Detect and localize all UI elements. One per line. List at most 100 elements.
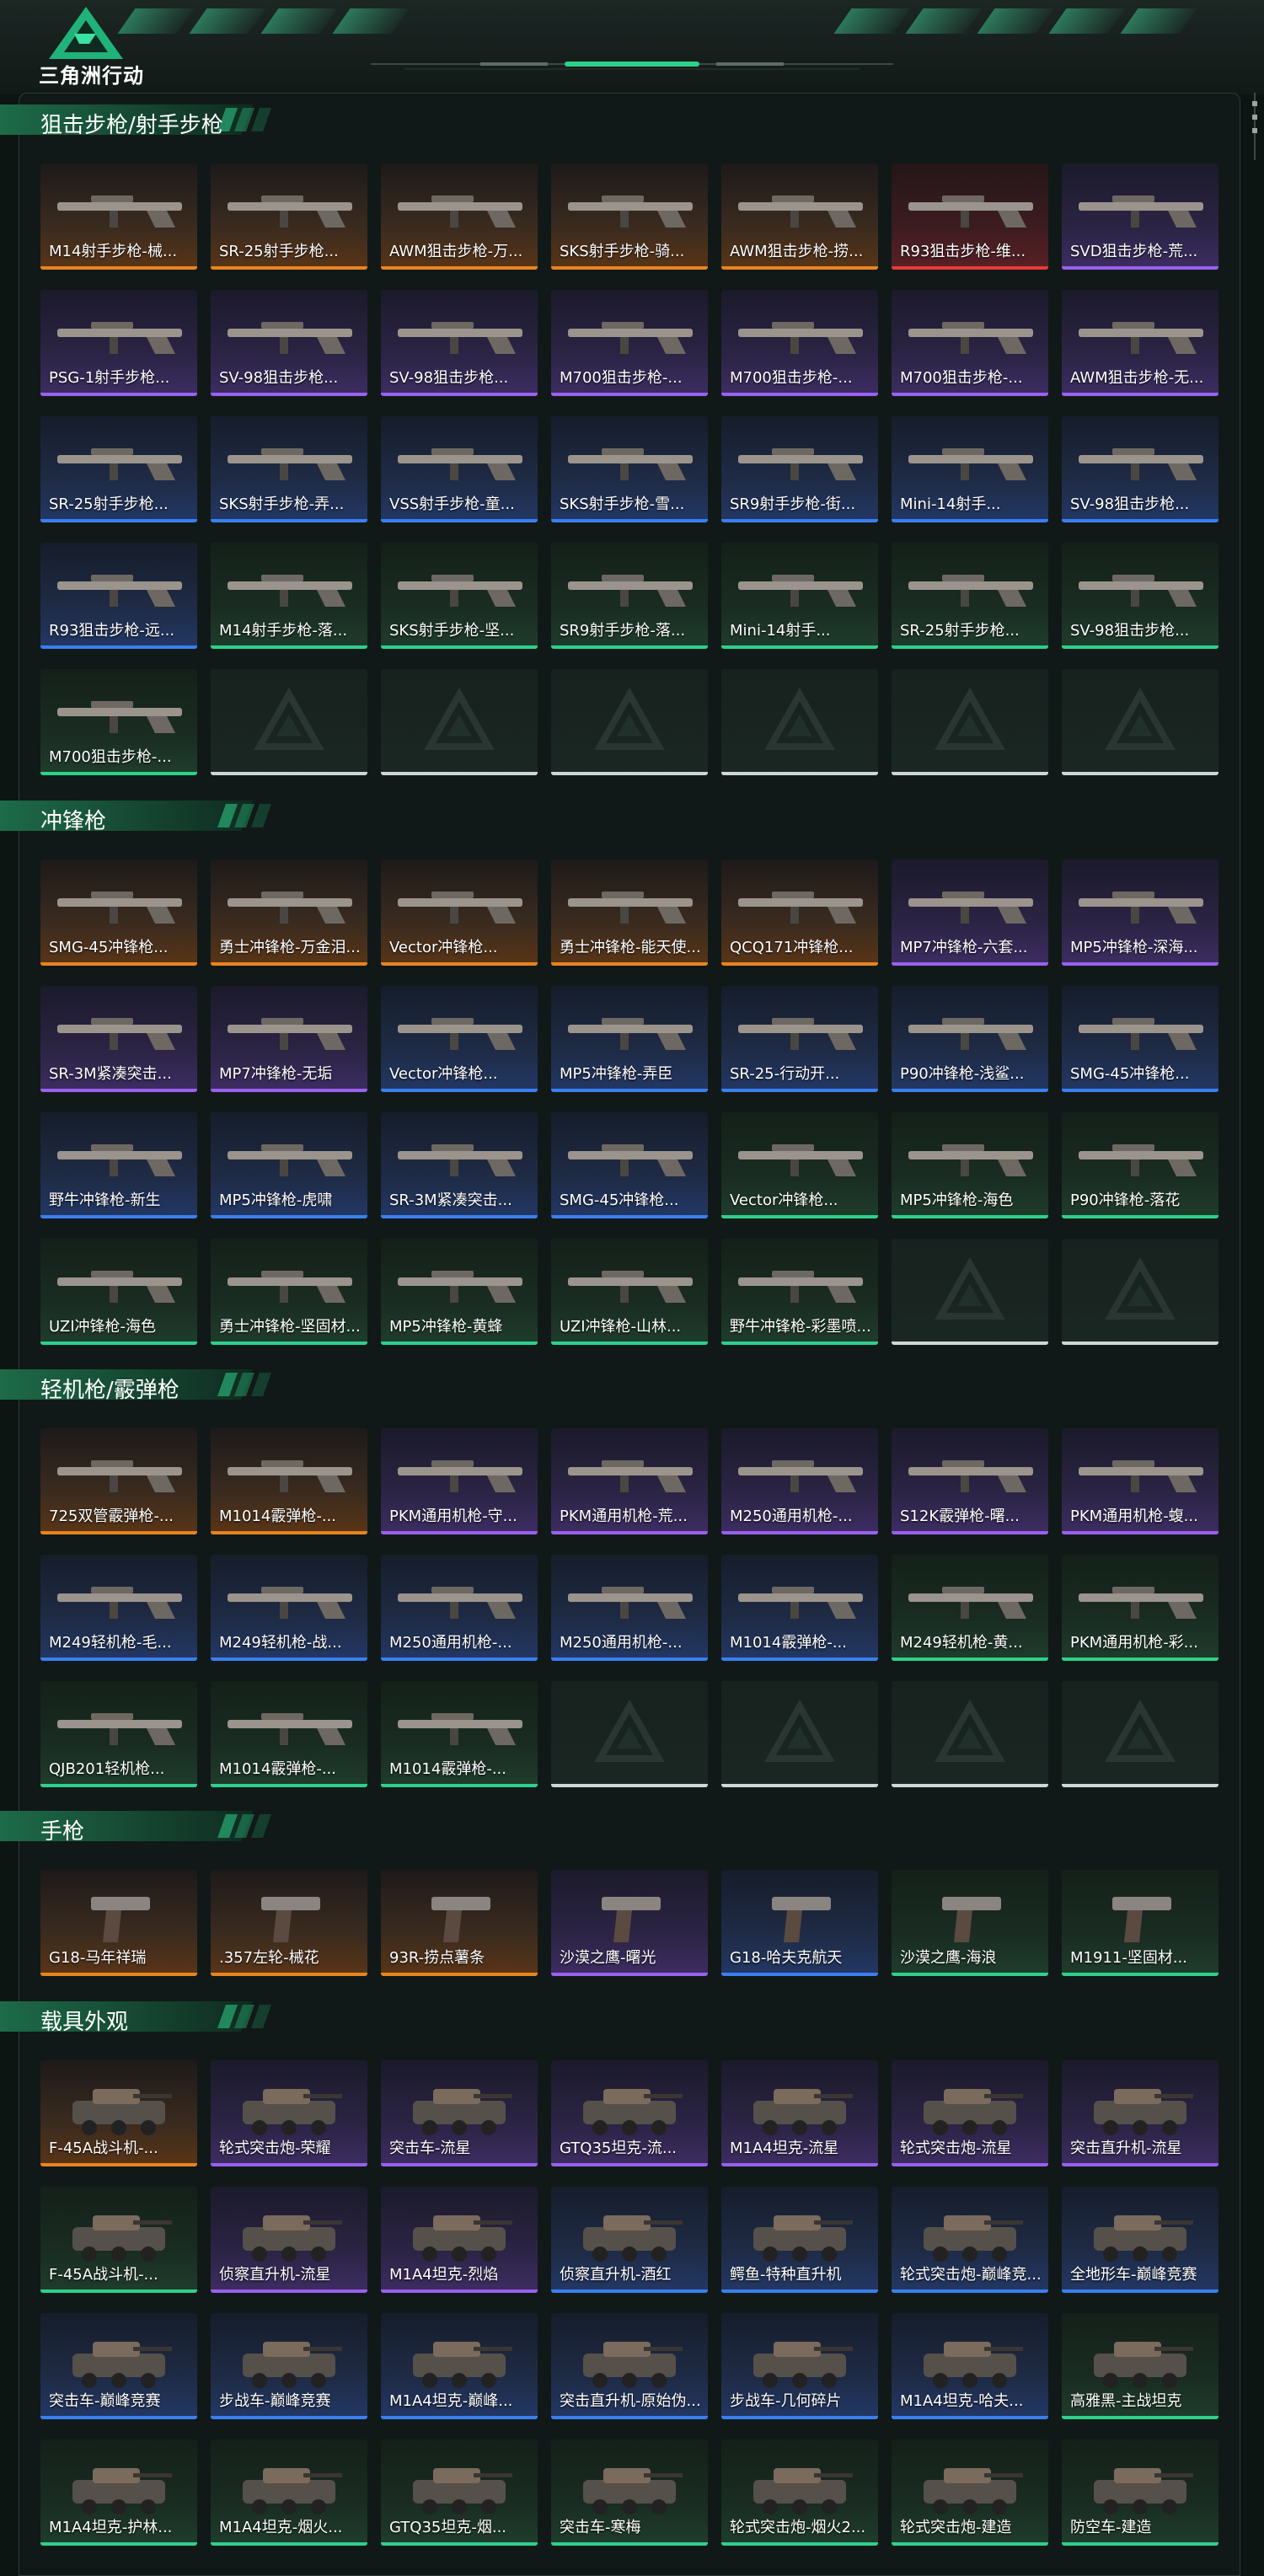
skin-card[interactable]: M1911-坚固材...	[1062, 1870, 1218, 1976]
skin-card[interactable]: SV-98狙击步枪...	[211, 290, 367, 396]
skin-card[interactable]: M250通用机枪-...	[721, 1428, 878, 1534]
skin-card[interactable]: 全地形车-巅峰竞赛	[1062, 2187, 1218, 2293]
skin-card[interactable]: 突击车-寒梅	[551, 2439, 708, 2546]
skin-card[interactable]: M1A4坦克-哈夫...	[892, 2313, 1048, 2419]
skin-card[interactable]: QJB201轻机枪...	[40, 1681, 197, 1787]
skin-card[interactable]: 勇士冲锋枪-万金泪...	[211, 860, 367, 966]
skin-card[interactable]: Mini-14射手...	[892, 416, 1048, 522]
skin-card[interactable]: 突击车-流星	[381, 2060, 538, 2166]
skin-card[interactable]: VSS射手步枪-童...	[381, 416, 538, 522]
skin-card[interactable]: .357左轮-械花	[211, 1870, 367, 1976]
skin-card[interactable]: SR9射手步枪-落...	[551, 543, 708, 649]
skin-card[interactable]: M1A4坦克-巅峰...	[381, 2313, 538, 2419]
skin-card[interactable]: SV-98狙击步枪...	[381, 290, 538, 396]
skin-card[interactable]: M1014霰弹枪-...	[211, 1428, 367, 1534]
skin-card[interactable]: M249轻机枪-战...	[211, 1555, 367, 1661]
skin-card[interactable]: PKM通用机枪-荒...	[551, 1428, 708, 1534]
skin-card[interactable]: PSG-1射手步枪...	[40, 290, 197, 396]
skin-card[interactable]: G18-马年祥瑞	[40, 1870, 197, 1976]
skin-card[interactable]: GTQ35坦克-烟...	[381, 2439, 538, 2546]
skin-card[interactable]: 93R-捞点薯条	[381, 1870, 538, 1976]
skin-card[interactable]: AWM狙击步枪-捞...	[721, 163, 878, 270]
skin-card[interactable]: 防空车-建造	[1062, 2439, 1218, 2546]
skin-card[interactable]: 轮式突击炮-烟火2...	[721, 2439, 878, 2546]
skin-card[interactable]: 侦察直升机-酒红	[551, 2187, 708, 2293]
skin-card[interactable]: S12K霰弹枪-曙...	[892, 1428, 1048, 1534]
skin-card[interactable]: SMG-45冲锋枪...	[1062, 986, 1218, 1092]
skin-card[interactable]: 沙漠之鹰-海浪	[892, 1870, 1048, 1976]
skin-card[interactable]: GTQ35坦克-流...	[551, 2060, 708, 2166]
skin-card[interactable]: 鳄鱼-特种直升机	[721, 2187, 878, 2293]
skin-card[interactable]: MP7冲锋枪-无垢	[211, 986, 367, 1092]
skin-card[interactable]: Mini-14射手...	[721, 543, 878, 649]
skin-card[interactable]: SMG-45冲锋枪...	[551, 1112, 708, 1218]
skin-card[interactable]: SR9射手步枪-街...	[721, 416, 878, 522]
skin-card[interactable]: MP5冲锋枪-海色	[892, 1112, 1048, 1218]
skin-card[interactable]: 侦察直升机-流星	[211, 2187, 367, 2293]
skin-card[interactable]: 勇士冲锋枪-坚固材...	[211, 1239, 367, 1345]
skin-card[interactable]: M700狙击步枪-...	[551, 290, 708, 396]
skin-card[interactable]: PKM通用机枪-彩...	[1062, 1555, 1218, 1661]
skin-card[interactable]: M1A4坦克-烈焰	[381, 2187, 538, 2293]
skin-card[interactable]: UZI冲锋枪-山林...	[551, 1239, 708, 1345]
skin-card[interactable]: P90冲锋枪-浅鲨...	[892, 986, 1048, 1092]
skin-card[interactable]: G18-哈夫克航天	[721, 1870, 878, 1976]
skin-card[interactable]: SKS射手步枪-坚...	[381, 543, 538, 649]
skin-card[interactable]: 轮式突击炮-巅峰竞...	[892, 2187, 1048, 2293]
skin-card[interactable]: F-45A战斗机-...	[40, 2187, 197, 2293]
skin-card[interactable]: Vector冲锋枪...	[721, 1112, 878, 1218]
skin-card[interactable]: SVD狙击步枪-荒...	[1062, 163, 1218, 270]
skin-card[interactable]: 高雅黑-主战坦克	[1062, 2313, 1218, 2419]
skin-card[interactable]: 野牛冲锋枪-新生	[40, 1112, 197, 1218]
skin-card[interactable]: M700狙击步枪-...	[721, 290, 878, 396]
skin-card[interactable]: MP5冲锋枪-虎啸	[211, 1112, 367, 1218]
skin-card[interactable]: 轮式突击炮-流星	[892, 2060, 1048, 2166]
skin-card[interactable]: 突击直升机-原始伪...	[551, 2313, 708, 2419]
skin-card[interactable]: AWM狙击步枪-无...	[1062, 290, 1218, 396]
skin-card[interactable]: SV-98狙击步枪...	[1062, 416, 1218, 522]
skin-card[interactable]: 轮式突击炮-建造	[892, 2439, 1048, 2546]
skin-card[interactable]: SV-98狙击步枪...	[1062, 543, 1218, 649]
skin-card[interactable]: M250通用机枪-...	[381, 1555, 538, 1661]
skin-card[interactable]: Vector冲锋枪...	[381, 986, 538, 1092]
skin-card[interactable]: M1014霰弹枪-...	[211, 1681, 367, 1787]
skin-card[interactable]: P90冲锋枪-落花	[1062, 1112, 1218, 1218]
skin-card[interactable]: 突击直升机-流星	[1062, 2060, 1218, 2166]
skin-card[interactable]: MP5冲锋枪-深海...	[1062, 860, 1218, 966]
skin-card[interactable]: SR-25射手步枪...	[211, 163, 367, 270]
skin-card[interactable]: AWM狙击步枪-万...	[381, 163, 538, 270]
skin-card[interactable]: M700狙击步枪-...	[40, 669, 197, 775]
skin-card[interactable]: M1014霰弹枪-...	[381, 1681, 538, 1787]
skin-card[interactable]: R93狙击步枪-远...	[40, 543, 197, 649]
skin-card[interactable]: SKS射手步枪-骑...	[551, 163, 708, 270]
skin-card[interactable]: SR-25射手步枪...	[892, 543, 1048, 649]
skin-card[interactable]: M1A4坦克-护林...	[40, 2439, 197, 2546]
skin-card[interactable]: M249轻机枪-黄...	[892, 1555, 1048, 1661]
skin-card[interactable]: M1A4坦克-流星	[721, 2060, 878, 2166]
skin-card[interactable]: MP5冲锋枪-黄蜂	[381, 1239, 538, 1345]
skin-card[interactable]: PKM通用机枪-守...	[381, 1428, 538, 1534]
skin-card[interactable]: R93狙击步枪-维...	[892, 163, 1048, 270]
skin-card[interactable]: M14射手步枪-械...	[40, 163, 197, 270]
skin-card[interactable]: SMG-45冲锋枪...	[40, 860, 197, 966]
skin-card[interactable]: SKS射手步枪-雪...	[551, 416, 708, 522]
skin-card[interactable]: F-45A战斗机-...	[40, 2060, 197, 2166]
skin-card[interactable]: QCQ171冲锋枪...	[721, 860, 878, 966]
skin-card[interactable]: M14射手步枪-落...	[211, 543, 367, 649]
skin-card[interactable]: 沙漠之鹰-曙光	[551, 1870, 708, 1976]
skin-card[interactable]: 轮式突击炮-荣耀	[211, 2060, 367, 2166]
skin-card[interactable]: 勇士冲锋枪-能天使...	[551, 860, 708, 966]
skin-card[interactable]: 步战车-几何碎片	[721, 2313, 878, 2419]
skin-card[interactable]: 野牛冲锋枪-彩墨喷...	[721, 1239, 878, 1345]
skin-card[interactable]: Vector冲锋枪...	[381, 860, 538, 966]
skin-card[interactable]: M1014霰弹枪-...	[721, 1555, 878, 1661]
skin-card[interactable]: UZI冲锋枪-海色	[40, 1239, 197, 1345]
skin-card[interactable]: PKM通用机枪-蝮...	[1062, 1428, 1218, 1534]
skin-card[interactable]: M249轻机枪-毛...	[40, 1555, 197, 1661]
skin-card[interactable]: 725双管霰弹枪-...	[40, 1428, 197, 1534]
skin-card[interactable]: SR-25-行动开...	[721, 986, 878, 1092]
skin-card[interactable]: MP7冲锋枪-六套...	[892, 860, 1048, 966]
skin-card[interactable]: M250通用机枪-...	[551, 1555, 708, 1661]
skin-card[interactable]: SKS射手步枪-弄...	[211, 416, 367, 522]
scrollbar-icon[interactable]	[1252, 93, 1257, 160]
